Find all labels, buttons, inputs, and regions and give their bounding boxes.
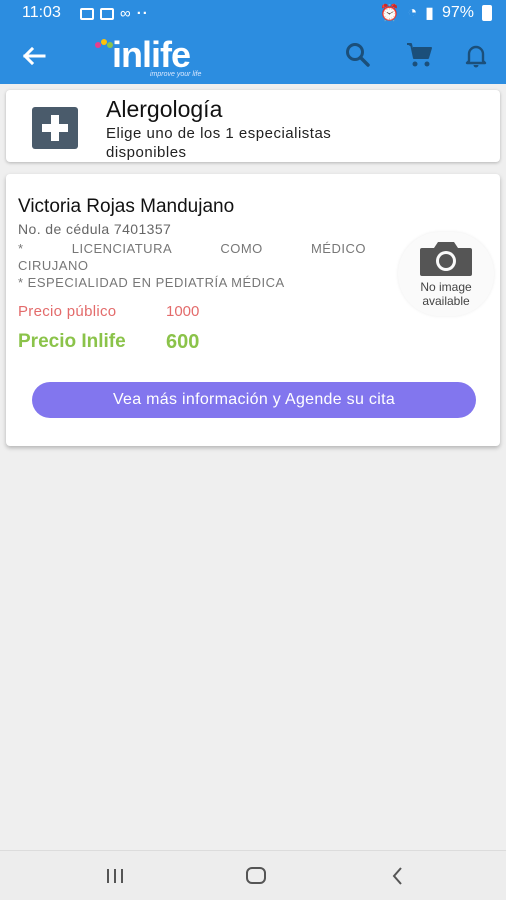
- degree-word: COMO: [220, 241, 263, 256]
- doctor-name: Victoria Rojas Mandujano: [18, 196, 235, 217]
- specialists-count-text: Elige uno de los 1 especialistas disponi…: [106, 125, 332, 161]
- battery-icon: [482, 5, 492, 21]
- mail-notification-icon: [100, 7, 114, 20]
- recent-apps-icon[interactable]: [101, 863, 129, 889]
- bell-icon[interactable]: [462, 41, 490, 69]
- logo-tagline: improve your life: [150, 71, 202, 78]
- no-image-line-2: available: [422, 294, 470, 308]
- notification-icons: ∞ ··: [80, 5, 149, 22]
- status-right: ⏰ ◔ ▮ 97%: [380, 3, 492, 23]
- wifi-icon: ◔: [407, 4, 418, 21]
- logo-text: inlife: [112, 34, 191, 75]
- degree-word: LICENCIATURA: [71, 241, 173, 256]
- no-image-text: No image available: [398, 280, 494, 308]
- degree-word: *: [18, 241, 24, 256]
- doctor-photo-placeholder: No image available: [398, 232, 494, 316]
- inlife-price-label: Precio Inlife: [18, 331, 126, 352]
- home-icon[interactable]: [242, 863, 270, 889]
- public-price-label: Precio público: [18, 303, 117, 320]
- app-bar: inlife improve your life: [0, 26, 506, 84]
- doctor-degree: * LICENCIATURA COMO MÉDICO: [18, 241, 366, 256]
- status-time: 11:03: [22, 4, 61, 21]
- more-info-schedule-button[interactable]: Vea más información y Agende su cita: [32, 382, 476, 418]
- degree-word: MÉDICO: [310, 241, 366, 256]
- alarm-icon: ⏰: [379, 5, 400, 22]
- system-nav-bar: [0, 850, 506, 900]
- doctor-degree-cont: CIRUJANO: [18, 258, 89, 273]
- app-logo: inlife improve your life: [92, 34, 212, 80]
- doctor-specialty: * ESPECIALIDAD EN PEDIATRÍA MÉDICA: [18, 275, 285, 290]
- battery-percent: 97%: [441, 4, 474, 21]
- doctor-card[interactable]: Victoria Rojas Mandujano No. de cédula 7…: [6, 174, 500, 446]
- back-arrow-icon[interactable]: [18, 40, 50, 72]
- camera-icon: [420, 242, 472, 276]
- back-nav-icon[interactable]: [384, 863, 412, 889]
- specialty-title: Alergología: [106, 96, 223, 122]
- more-notifications-icon: ··: [136, 5, 149, 22]
- cart-icon[interactable]: [405, 41, 433, 69]
- signal-icon: ▮: [425, 5, 434, 22]
- no-image-line-1: No image: [420, 280, 472, 294]
- search-icon[interactable]: [344, 41, 372, 69]
- inlife-price-value: 600: [166, 331, 200, 353]
- image-notification-icon: [80, 7, 94, 20]
- medical-cross-icon: [32, 107, 78, 149]
- status-bar: 11:03 ∞ ·· ⏰ ◔ ▮ 97%: [0, 0, 506, 26]
- public-price-value: 1000: [166, 303, 200, 320]
- doctor-cedula: No. de cédula 7401357: [18, 221, 172, 237]
- voicemail-icon: ∞: [120, 5, 131, 22]
- specialty-header-card: Alergología Elige uno de los 1 especiali…: [6, 90, 500, 162]
